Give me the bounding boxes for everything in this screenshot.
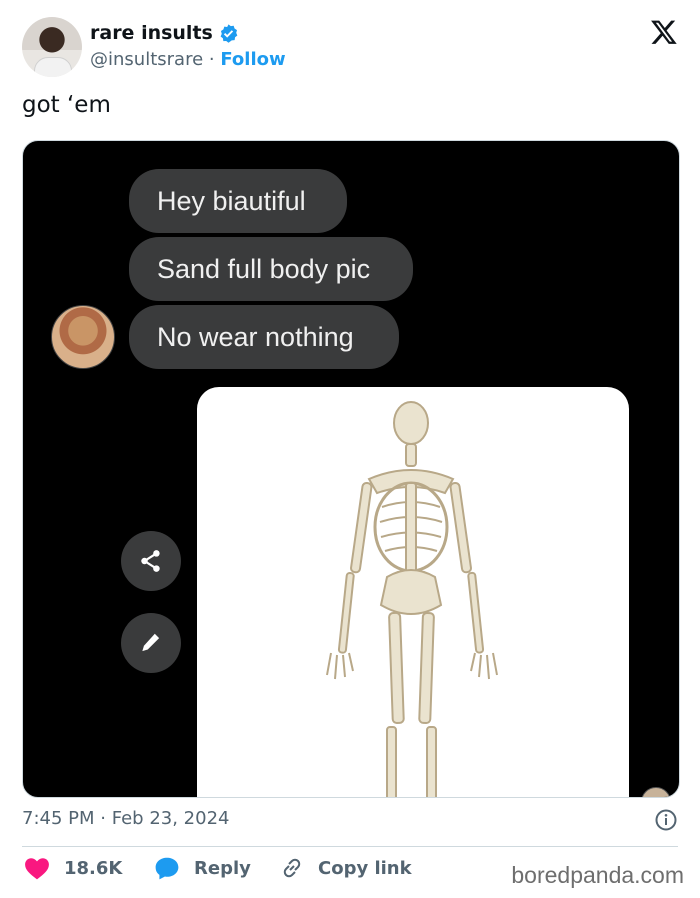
author-display-name[interactable]: rare insults	[90, 22, 213, 44]
tweet-time: 7:45 PM	[22, 808, 95, 829]
skeleton-illustration	[326, 401, 498, 797]
tweet-text: got ‘em	[22, 92, 111, 118]
share-glyph	[141, 550, 160, 572]
boredpanda-watermark: boredpanda.com	[511, 862, 684, 888]
tweet-date: Feb 23, 2024	[111, 808, 230, 829]
info-icon[interactable]	[654, 808, 678, 832]
author-name-row: rare insults	[90, 22, 239, 44]
sender-avatar	[51, 305, 115, 369]
copy-link-label: Copy link	[318, 857, 412, 879]
reply-button[interactable]: Reply	[154, 856, 251, 880]
link-icon	[283, 858, 301, 878]
pencil-glyph	[142, 633, 160, 652]
follow-button[interactable]: Follow	[220, 49, 285, 70]
reply-bubble-icon	[155, 857, 179, 880]
pencil-icon	[121, 613, 181, 673]
x-logo-icon[interactable]	[650, 18, 678, 46]
divider	[22, 846, 678, 847]
tweet-media-image[interactable]: Hey biautiful Sand full body pic No wear…	[22, 140, 680, 798]
reply-label: Reply	[194, 857, 251, 879]
share-icon	[121, 531, 181, 591]
handle-separator: ·	[208, 49, 215, 70]
author-handle-row: @insultsrare · Follow	[90, 49, 286, 70]
avatar-shirt	[34, 57, 72, 77]
like-count: 18.6K	[64, 857, 123, 879]
corner-avatar	[641, 787, 671, 797]
timestamp-separator: ·	[100, 808, 106, 829]
heart-icon	[25, 858, 49, 880]
author-handle[interactable]: @insultsrare	[90, 49, 203, 70]
tweet-timestamp[interactable]: 7:45 PM · Feb 23, 2024	[22, 808, 229, 829]
chat-bubble-1: Hey biautiful	[129, 169, 347, 233]
tweet-header: rare insults @insultsrare · Follow	[22, 14, 682, 80]
copy-link-button[interactable]: Copy link	[280, 856, 412, 880]
verified-badge-icon	[220, 23, 238, 43]
author-avatar[interactable]	[22, 17, 82, 77]
skeleton-photo	[197, 387, 629, 797]
chat-bubble-2: Sand full body pic	[129, 237, 413, 301]
like-button[interactable]: 18.6K	[24, 856, 122, 880]
chat-bubble-3: No wear nothing	[129, 305, 399, 369]
